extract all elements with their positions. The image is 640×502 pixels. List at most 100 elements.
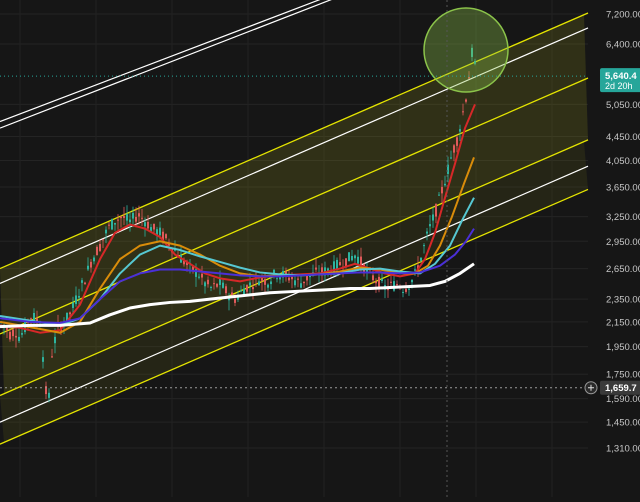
- candle-body: [81, 280, 83, 283]
- candle-body: [390, 281, 392, 283]
- countdown-label: 2d 20h: [605, 81, 633, 91]
- candle-body: [270, 281, 272, 285]
- candle-body: [72, 302, 74, 308]
- candle-body: [99, 244, 101, 251]
- candle-body: [144, 222, 146, 227]
- candle-body: [309, 275, 311, 278]
- candle-body: [198, 276, 200, 278]
- candle-body: [141, 217, 143, 219]
- candle-body: [252, 287, 254, 290]
- candle-body: [462, 111, 464, 113]
- candle-body: [147, 221, 149, 229]
- candle-body: [459, 129, 461, 132]
- candle-body: [420, 257, 422, 261]
- candle-body: [402, 291, 404, 293]
- candle-body: [357, 256, 359, 264]
- candle-body: [336, 259, 338, 269]
- candle-body: [240, 290, 242, 292]
- candle-body: [48, 392, 50, 398]
- y-tick-label: 1,950.00: [606, 342, 640, 353]
- candle-body: [303, 281, 305, 284]
- candle-body: [213, 283, 215, 285]
- candle-body: [9, 331, 11, 340]
- y-tick-label: 7,200.00: [606, 10, 640, 21]
- candle-body: [30, 318, 32, 320]
- y-tick-label: 4,050.00: [606, 156, 640, 167]
- candle-body: [210, 286, 212, 288]
- y-tick-label: 5,050.00: [606, 100, 640, 111]
- y-tick-label: 2,350.00: [606, 295, 640, 306]
- annotations: [423, 7, 509, 93]
- candle-body: [375, 281, 377, 284]
- candle-body: [87, 265, 89, 270]
- candle-body: [201, 273, 203, 278]
- y-tick-label: 2,950.00: [606, 237, 640, 248]
- candle-body: [111, 219, 113, 230]
- candle-body: [423, 245, 425, 247]
- candle-body: [153, 223, 155, 230]
- candle-body: [12, 329, 14, 337]
- candle-body: [234, 298, 236, 303]
- candle-body: [315, 267, 317, 270]
- candle-body: [441, 186, 443, 194]
- candle-body: [426, 231, 428, 234]
- candle-body: [450, 157, 452, 159]
- candle-body: [288, 277, 290, 281]
- candle-body: [120, 216, 122, 219]
- candle-body: [246, 285, 248, 292]
- y-tick-label: 2,650.00: [606, 264, 640, 275]
- y-tick-label: 4,450.00: [606, 132, 640, 143]
- candle-body: [453, 145, 455, 153]
- candle-body: [129, 219, 131, 223]
- highlight-circle: [423, 7, 509, 93]
- candle-body: [381, 279, 383, 281]
- candle-body: [159, 227, 161, 236]
- y-tick-label: 2,150.00: [606, 317, 640, 328]
- candle-body: [444, 183, 446, 186]
- candle-body: [351, 255, 353, 261]
- candle-body: [75, 295, 77, 304]
- candle-body: [138, 213, 140, 217]
- candle-body: [6, 327, 8, 330]
- candle-body: [216, 283, 218, 287]
- candle-body: [105, 229, 107, 234]
- candle-body: [360, 256, 362, 265]
- candle-body: [354, 255, 356, 259]
- candle-body: [102, 239, 104, 241]
- y-tick-label: 1,310.00: [606, 444, 640, 455]
- candle-body: [78, 295, 80, 298]
- candle-body: [267, 284, 269, 288]
- candle-body: [465, 99, 467, 102]
- add-alert-button[interactable]: [584, 381, 598, 395]
- candle-body: [93, 257, 95, 262]
- candle-body: [294, 280, 296, 286]
- candle-body: [165, 234, 167, 239]
- candle-body: [135, 216, 137, 222]
- candle-body: [36, 318, 38, 321]
- candle-body: [33, 312, 35, 322]
- candle-body: [276, 278, 278, 280]
- candle-body: [69, 312, 71, 315]
- candle-body: [126, 214, 128, 221]
- candle-body: [231, 292, 233, 296]
- candle-body: [372, 275, 374, 281]
- candle-body: [204, 282, 206, 287]
- candle-body: [225, 286, 227, 294]
- price-chart[interactable]: 7,200.00 6,400.00 5,050.00 4,450.00 4,050.00…: [0, 0, 640, 497]
- candle-body: [429, 224, 431, 227]
- candle-body: [84, 282, 86, 285]
- candle-body: [54, 336, 56, 344]
- candle-body: [291, 276, 293, 280]
- candle-body: [96, 246, 98, 256]
- candle-body: [207, 279, 209, 285]
- y-tick-label: 1,450.00: [606, 418, 640, 429]
- candle-body: [15, 335, 17, 338]
- candle-body: [114, 223, 116, 225]
- chart-canvas[interactable]: 7,200.00 6,400.00 5,050.00 4,450.00 4,050.00…: [0, 0, 640, 497]
- candle-body: [348, 252, 350, 262]
- candle-body: [339, 262, 341, 266]
- candle-body: [21, 333, 23, 335]
- candle-body: [438, 194, 440, 196]
- candle-body: [132, 212, 134, 219]
- candle-body: [285, 271, 287, 274]
